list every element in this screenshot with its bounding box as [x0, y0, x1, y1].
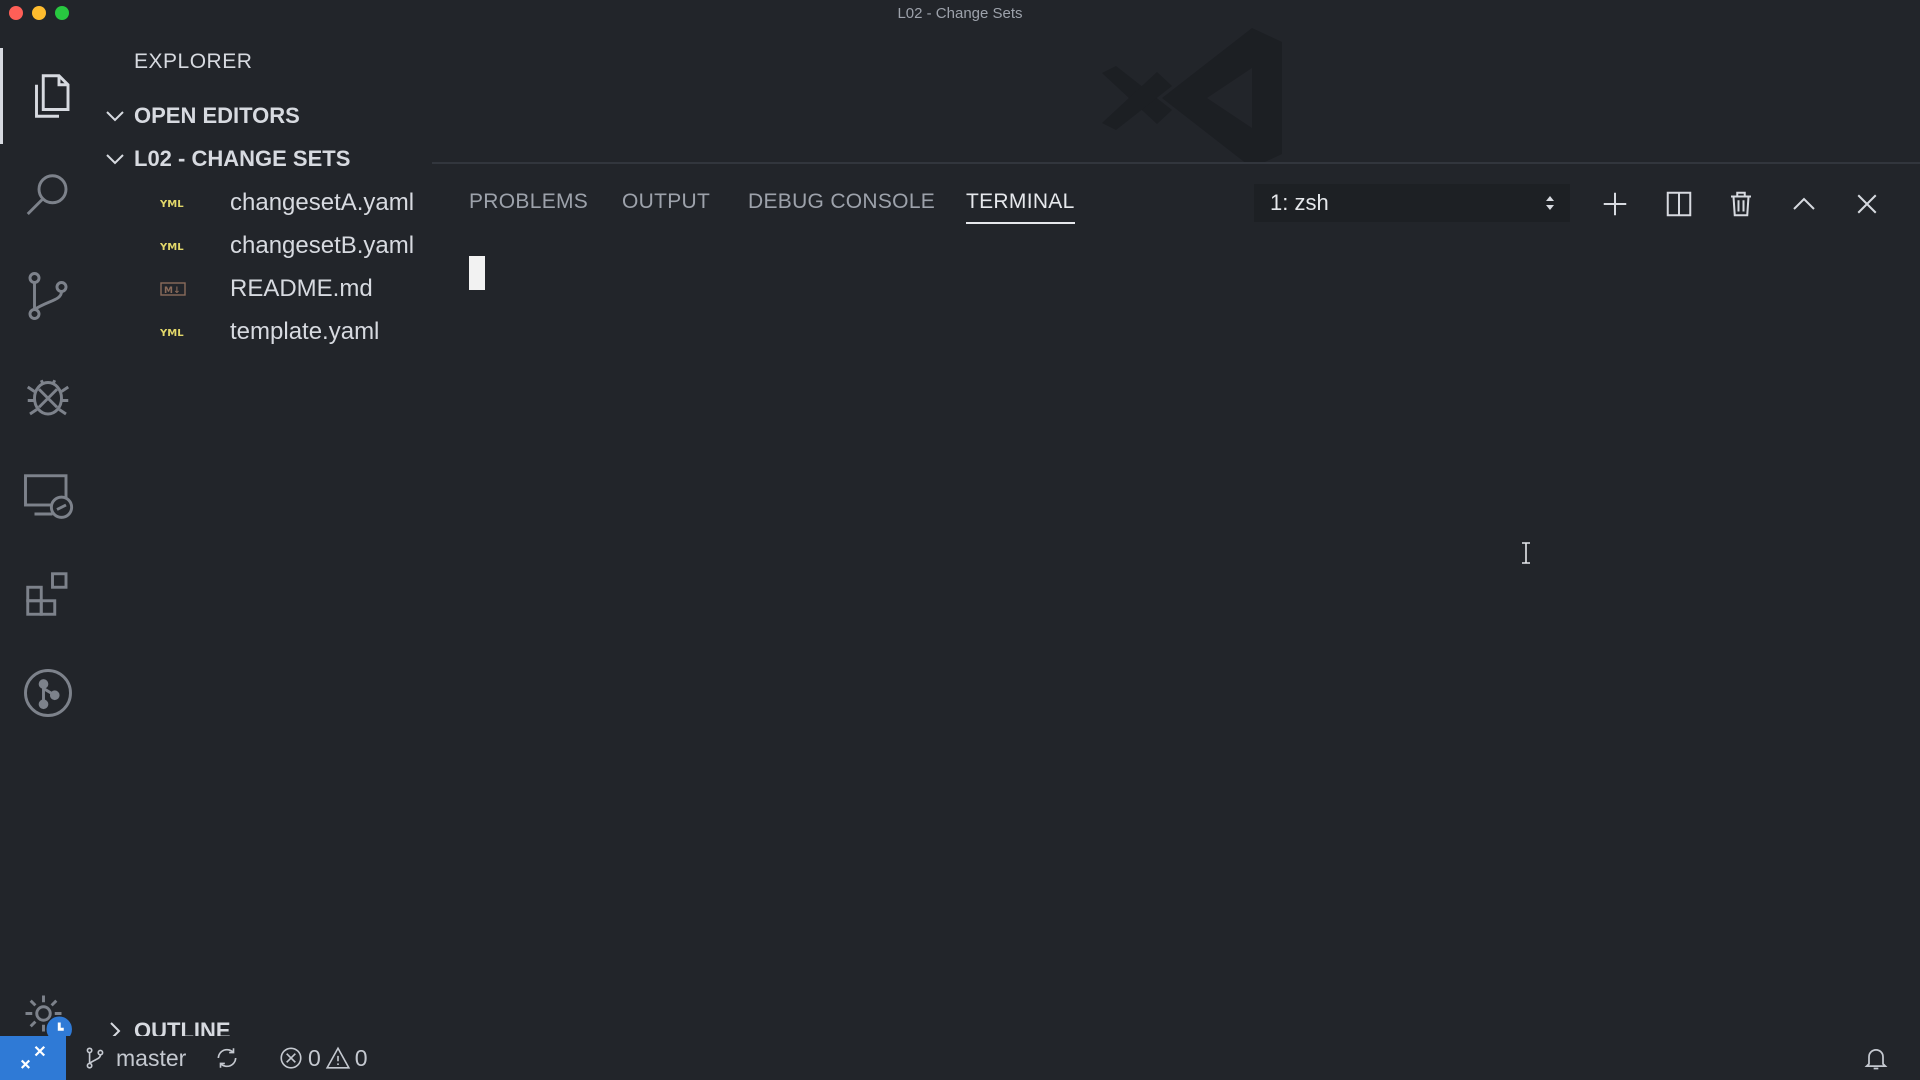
notifications-bell-icon[interactable] — [1862, 1044, 1890, 1072]
debug-icon — [26, 379, 70, 416]
problems-indicator[interactable]: 0 0 — [278, 1036, 368, 1080]
svg-text:YML: YML — [160, 242, 184, 253]
split-icon — [1666, 191, 1692, 217]
terminal-select-value: 1: zsh — [1270, 190, 1329, 215]
markdown-file-icon: M↓ — [160, 282, 186, 296]
bottom-panel: PROBLEMS OUTPUT DEBUG CONSOLE TERMINAL 1… — [432, 162, 1920, 1036]
explorer-icon — [34, 74, 69, 118]
open-editors-section[interactable]: OPEN EDITORS — [96, 98, 432, 134]
activity-source-control[interactable] — [0, 248, 96, 344]
branch-name: master — [116, 1044, 187, 1071]
activity-remote-explorer[interactable] — [0, 448, 96, 544]
close-icon — [1857, 194, 1877, 214]
chevron-down-icon — [106, 111, 124, 122]
remote-indicator[interactable] — [0, 1036, 66, 1080]
file-item[interactable]: YML changesetB.yaml — [96, 226, 432, 266]
error-icon — [280, 1047, 302, 1069]
activity-explorer[interactable] — [0, 48, 96, 144]
close-panel-button[interactable] — [1847, 184, 1887, 224]
trash-icon — [1731, 191, 1751, 217]
file-name: changesetA.yaml — [230, 189, 415, 216]
explorer-sidebar: EXPLORER OPEN EDITORS L02 - CHANGE SETS … — [96, 28, 432, 1043]
remote-icon — [20, 1045, 46, 1069]
explorer-title: EXPLORER — [134, 50, 253, 73]
file-name: changesetB.yaml — [230, 232, 415, 259]
tab-problems[interactable]: PROBLEMS — [469, 190, 588, 224]
activity-git-graph[interactable] — [0, 645, 96, 741]
terminal-cursor[interactable] — [469, 256, 485, 290]
new-terminal-button[interactable] — [1595, 184, 1635, 224]
window-title: L02 - Change Sets — [897, 5, 1023, 22]
sync-button[interactable] — [214, 1036, 240, 1080]
warning-count: 0 — [354, 1044, 368, 1071]
warning-icon — [325, 1046, 351, 1069]
file-item[interactable]: M↓ README.md — [96, 269, 432, 309]
tab-debug-console[interactable]: DEBUG CONSOLE — [748, 190, 935, 224]
sync-icon — [217, 1048, 237, 1068]
activity-search[interactable] — [0, 148, 96, 244]
chevron-down-icon — [106, 154, 124, 165]
editor-area — [432, 28, 1920, 168]
activity-bar — [0, 28, 96, 1042]
maximize-panel-button[interactable] — [1784, 184, 1824, 224]
activity-extensions[interactable] — [0, 546, 96, 642]
branch-indicator[interactable]: master — [82, 1036, 186, 1080]
folder-section[interactable]: L02 - CHANGE SETS — [96, 141, 432, 177]
yaml-file-icon: YML — [160, 199, 184, 210]
yaml-file-icon: YML — [160, 328, 184, 339]
terminal-select[interactable]: 1: zsh — [1254, 184, 1570, 222]
tab-output[interactable]: OUTPUT — [622, 190, 710, 224]
remote-explorer-icon — [24, 474, 74, 519]
kill-terminal-button[interactable] — [1721, 184, 1761, 224]
error-count: 0 — [308, 1044, 321, 1071]
git-graph-icon — [24, 669, 72, 717]
tab-terminal[interactable]: TERMINAL — [966, 190, 1075, 224]
file-item[interactable]: YML changesetA.yaml — [96, 183, 432, 223]
vscode-logo-watermark — [1102, 28, 1282, 168]
file-name: README.md — [230, 275, 373, 302]
svg-text:YML: YML — [160, 328, 184, 339]
folder-label: L02 - CHANGE SETS — [134, 146, 351, 171]
plus-icon — [1603, 192, 1627, 216]
status-bar: master 0 0 — [0, 1036, 1920, 1080]
select-arrows-icon — [1546, 196, 1554, 210]
activity-debug[interactable] — [0, 348, 96, 444]
file-name: template.yaml — [230, 318, 380, 345]
branch-icon — [86, 1047, 104, 1069]
file-item[interactable]: YML template.yaml — [96, 312, 432, 352]
svg-text:YML: YML — [160, 199, 184, 210]
split-terminal-button[interactable] — [1659, 184, 1699, 224]
title-bar: L02 - Change Sets — [0, 0, 1920, 28]
extensions-icon — [26, 572, 68, 616]
source-control-icon — [28, 272, 68, 320]
svg-text:M↓: M↓ — [164, 286, 181, 296]
search-icon — [26, 174, 68, 216]
chevron-up-icon — [1793, 197, 1815, 210]
open-editors-label: OPEN EDITORS — [134, 103, 300, 128]
yaml-file-icon: YML — [160, 242, 184, 253]
text-cursor-icon — [1522, 542, 1530, 564]
